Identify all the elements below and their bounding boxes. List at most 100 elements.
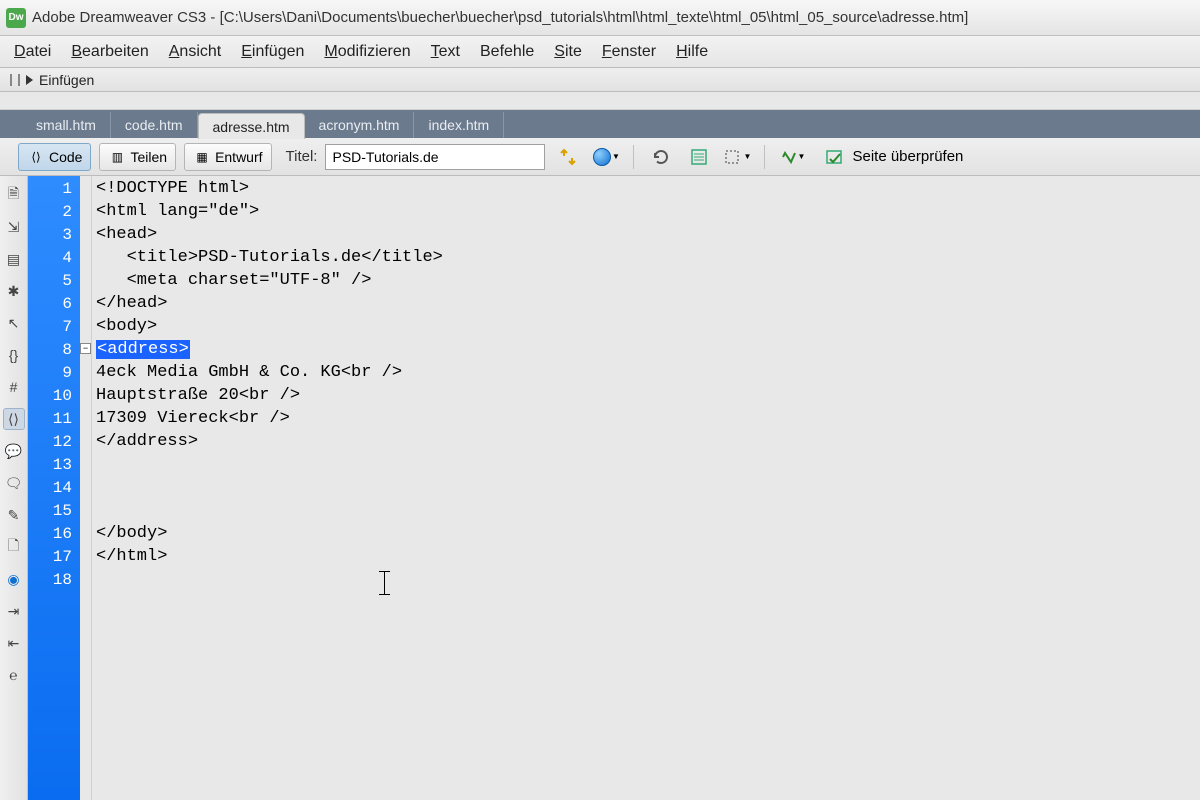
code-line[interactable]: <title>PSD-Tutorials.de</title> — [96, 246, 1200, 269]
collapse-tag-icon[interactable]: ⇲ — [3, 216, 25, 238]
code-view-label: Code — [49, 149, 82, 165]
line-number: 12 — [28, 431, 80, 454]
text-caret — [384, 571, 385, 595]
document-tab[interactable]: index.htm — [414, 112, 504, 138]
braces-icon[interactable]: {} — [3, 344, 25, 366]
check-site-label: Seite überprüfen — [852, 148, 963, 165]
menu-modifizieren[interactable]: Modifizieren — [324, 43, 410, 61]
highlight-invalid-icon[interactable]: ⟨⟩ — [3, 408, 25, 430]
code-line[interactable]: 17309 Viereck<br /> — [96, 407, 1200, 430]
code-line[interactable]: Hauptstraße 20<br /> — [96, 384, 1200, 407]
code-line[interactable]: </head> — [96, 292, 1200, 315]
title-label: Titel: — [286, 148, 318, 165]
line-number: 16 — [28, 523, 80, 546]
insert-panel-header[interactable]: Einfügen — [0, 68, 1200, 92]
document-tab[interactable]: code.htm — [111, 112, 198, 138]
line-number: 5 — [28, 270, 80, 293]
recent-snippets-icon[interactable]: 🗋 — [3, 536, 25, 558]
code-area[interactable]: <!DOCTYPE html><html lang="de"><head> <t… — [92, 176, 1200, 800]
menu-text[interactable]: Text — [431, 43, 460, 61]
line-number: 6 — [28, 293, 80, 316]
line-number: 4 — [28, 247, 80, 270]
code-line[interactable]: 4eck Media GmbH & Co. KG<br /> — [96, 361, 1200, 384]
code-line[interactable]: <head> — [96, 223, 1200, 246]
split-view-button[interactable]: ▥ Teilen — [99, 143, 176, 171]
code-line[interactable] — [96, 476, 1200, 499]
menu-hilfe[interactable]: Hilfe — [676, 43, 708, 61]
menu-befehle[interactable]: Befehle — [480, 43, 534, 61]
chevron-down-icon: ▼ — [744, 152, 752, 161]
menu-einfuegen[interactable]: Einfügen — [241, 43, 304, 61]
code-line[interactable]: </html> — [96, 545, 1200, 568]
line-number: 1 — [28, 178, 80, 201]
window-title: Adobe Dreamweaver CS3 - [C:\Users\Dani\D… — [32, 9, 968, 26]
split-icon: ▥ — [108, 148, 126, 166]
menu-bar: Datei Bearbeiten Ansicht Einfügen Modifi… — [0, 36, 1200, 68]
selected-text: <address> — [96, 340, 190, 359]
view-toolbar: ⟨⟩ Code ▥ Teilen ▦ Entwurf Titel: ▼ ▼ ▼ … — [0, 138, 1200, 176]
select-parent-icon[interactable]: ▤ — [3, 248, 25, 270]
menu-fenster[interactable]: Fenster — [602, 43, 656, 61]
line-number: 8 — [28, 339, 80, 362]
syntax-error-icon[interactable]: 💬 — [3, 440, 25, 462]
sync-icon[interactable] — [553, 143, 583, 171]
code-line[interactable]: <meta charset="UTF-8" /> — [96, 269, 1200, 292]
code-line[interactable]: <!DOCTYPE html> — [96, 177, 1200, 200]
panel-gap — [0, 92, 1200, 110]
edit-snippets-icon[interactable]: ✎ — [3, 504, 25, 526]
apply-comment-icon[interactable]: 🗨 — [3, 472, 25, 494]
code-line[interactable]: <address> — [96, 338, 1200, 361]
title-input[interactable] — [325, 144, 545, 170]
line-number: 7 — [28, 316, 80, 339]
view-options-button[interactable] — [684, 143, 714, 171]
line-number: 14 — [28, 477, 80, 500]
outdent-icon[interactable]: ⇤ — [3, 632, 25, 654]
chevron-down-icon: ▼ — [612, 152, 620, 161]
menu-datei[interactable]: Datei — [14, 43, 51, 61]
check-site-button[interactable]: Seite überprüfen — [815, 143, 974, 171]
format-source-icon[interactable]: ℮ — [3, 664, 25, 686]
line-number: 11 — [28, 408, 80, 431]
code-view-button[interactable]: ⟨⟩ Code — [18, 143, 91, 171]
line-number: 3 — [28, 224, 80, 247]
insert-panel-label: Einfügen — [39, 72, 94, 88]
menu-ansicht[interactable]: Ansicht — [169, 43, 221, 61]
line-number: 2 — [28, 201, 80, 224]
app-icon: Dw — [6, 8, 26, 28]
line-number: 15 — [28, 500, 80, 523]
open-documents-icon[interactable]: 🗎 — [3, 184, 25, 206]
document-tab[interactable]: small.htm — [22, 112, 111, 138]
move-css-icon[interactable]: ◉ — [3, 568, 25, 590]
line-numbers-icon[interactable]: ↖ — [3, 312, 25, 334]
panel-grip-icon — [18, 74, 20, 86]
document-tab[interactable]: acronym.htm — [305, 112, 415, 138]
code-line[interactable]: <html lang="de"> — [96, 200, 1200, 223]
expand-triangle-icon — [26, 75, 33, 85]
validate-button[interactable]: ▼ — [777, 143, 807, 171]
menu-bearbeiten[interactable]: Bearbeiten — [71, 43, 148, 61]
code-line[interactable] — [96, 453, 1200, 476]
code-editor: 🗎 ⇲ ▤ ✱ ↖ {} # ⟨⟩ 💬 🗨 ✎ 🗋 ◉ ⇥ ⇤ ℮ 123456… — [0, 176, 1200, 800]
design-view-button[interactable]: ▦ Entwurf — [184, 143, 271, 171]
code-line[interactable] — [96, 499, 1200, 522]
balance-braces-icon[interactable]: ✱ — [3, 280, 25, 302]
code-line[interactable]: <body> — [96, 315, 1200, 338]
code-icon: ⟨⟩ — [27, 148, 45, 166]
code-line[interactable] — [96, 568, 1200, 591]
refresh-button[interactable] — [646, 143, 676, 171]
code-line[interactable]: </address> — [96, 430, 1200, 453]
menu-site[interactable]: Site — [554, 43, 582, 61]
toolbar-separator — [633, 145, 634, 169]
document-tab[interactable]: adresse.htm — [198, 113, 305, 139]
indent-icon[interactable]: ⇥ — [3, 600, 25, 622]
chevron-down-icon: ▼ — [798, 152, 806, 161]
line-number: 13 — [28, 454, 80, 477]
word-wrap-icon[interactable]: # — [3, 376, 25, 398]
toolbar-separator — [764, 145, 765, 169]
visual-aids-button[interactable]: ▼ — [722, 143, 752, 171]
browser-preview-button[interactable]: ▼ — [591, 143, 621, 171]
code-line[interactable]: </body> — [96, 522, 1200, 545]
line-number: 18 — [28, 569, 80, 592]
fold-marker-icon[interactable]: − — [80, 343, 91, 354]
panel-grip-icon — [10, 74, 12, 86]
